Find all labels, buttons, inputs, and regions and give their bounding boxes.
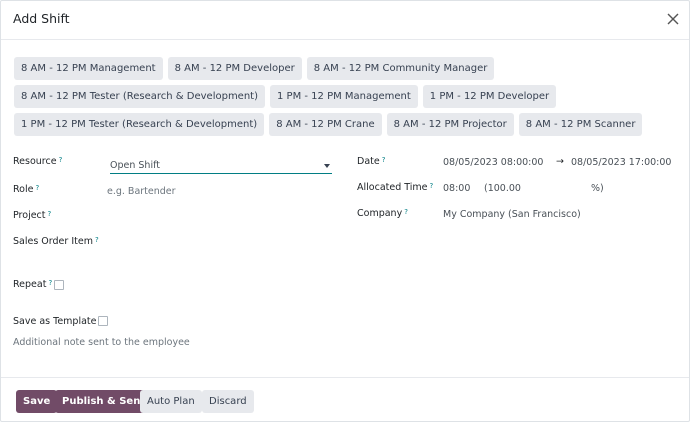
template-button[interactable]: 1 PM - 12 PM Developer <box>422 85 557 108</box>
allocated-hours-input[interactable]: 08:00 <box>443 183 470 194</box>
repeat-checkbox[interactable] <box>54 280 64 290</box>
dialog-title: Add Shift <box>13 11 70 26</box>
company-select[interactable]: My Company (San Francisco) <box>443 209 581 220</box>
save-as-template-label: Save as Template? <box>13 316 102 327</box>
help-icon: ? <box>47 210 52 218</box>
discard-button[interactable]: Discard <box>202 390 254 413</box>
template-row-3: 1 PM - 12 PM Tester (Research & Developm… <box>14 113 678 136</box>
help-icon: ? <box>381 156 386 164</box>
resource-label: Resource? <box>13 156 63 167</box>
chevron-down-icon <box>324 164 330 168</box>
template-button[interactable]: 1 PM - 12 PM Management <box>270 85 418 108</box>
allocated-percent-suffix: %) <box>591 183 604 194</box>
resource-select[interactable]: Open Shift <box>110 158 332 174</box>
date-label: Date? <box>357 156 386 167</box>
role-label: Role? <box>13 184 40 195</box>
allocated-time-label: Allocated Time? <box>357 182 434 193</box>
dialog-footer: Save Publish & Send Auto Plan Discard <box>1 377 689 422</box>
company-label: Company? <box>357 208 408 219</box>
template-button[interactable]: 8 AM - 12 PM Developer <box>167 57 302 80</box>
template-button[interactable]: 8 AM - 12 PM Projector <box>386 113 514 136</box>
template-row-1: 8 AM - 12 PM Management 8 AM - 12 PM Dev… <box>14 57 678 80</box>
sales-order-item-label: Sales Order Item? <box>13 236 99 247</box>
template-button[interactable]: 8 AM - 12 PM Management <box>14 57 163 80</box>
allocated-percent-input[interactable]: (100.00 <box>484 183 521 194</box>
save-button[interactable]: Save <box>16 390 58 413</box>
dialog-header: Add Shift <box>1 1 689 40</box>
help-icon: ? <box>404 208 408 216</box>
template-button[interactable]: 8 AM - 12 PM Community Manager <box>306 57 495 80</box>
note-input[interactable]: Additional note sent to the employee <box>13 337 190 348</box>
template-button[interactable]: 8 AM - 12 PM Tester (Research & Developm… <box>14 85 265 108</box>
help-icon: ? <box>429 182 434 190</box>
save-as-template-checkbox[interactable] <box>98 316 108 326</box>
template-button[interactable]: 8 AM - 12 PM Crane <box>269 113 382 136</box>
start-datetime-input[interactable]: 08/05/2023 08:00:00 <box>443 157 543 168</box>
close-icon[interactable] <box>665 11 681 27</box>
template-button[interactable]: 1 PM - 12 PM Tester (Research & Developm… <box>14 113 265 136</box>
auto-plan-button[interactable]: Auto Plan <box>140 390 202 413</box>
help-icon: ? <box>94 236 99 244</box>
help-icon: ? <box>48 279 53 287</box>
help-icon: ? <box>58 156 63 164</box>
role-input[interactable]: e.g. Bartender <box>107 186 176 197</box>
end-datetime-input[interactable]: 08/05/2023 17:00:00 <box>571 157 671 168</box>
template-button[interactable]: 8 AM - 12 PM Scanner <box>518 113 643 136</box>
add-shift-dialog: Add Shift 8 AM - 12 PM Management 8 AM -… <box>0 0 690 422</box>
template-row-2: 8 AM - 12 PM Tester (Research & Developm… <box>14 85 678 108</box>
shift-templates: 8 AM - 12 PM Management 8 AM - 12 PM Dev… <box>14 57 678 141</box>
repeat-label: Repeat? <box>13 279 53 290</box>
help-icon: ? <box>35 184 40 192</box>
project-label: Project? <box>13 210 52 221</box>
arrow-right-icon: → <box>556 156 564 167</box>
resource-value: Open Shift <box>110 160 160 171</box>
